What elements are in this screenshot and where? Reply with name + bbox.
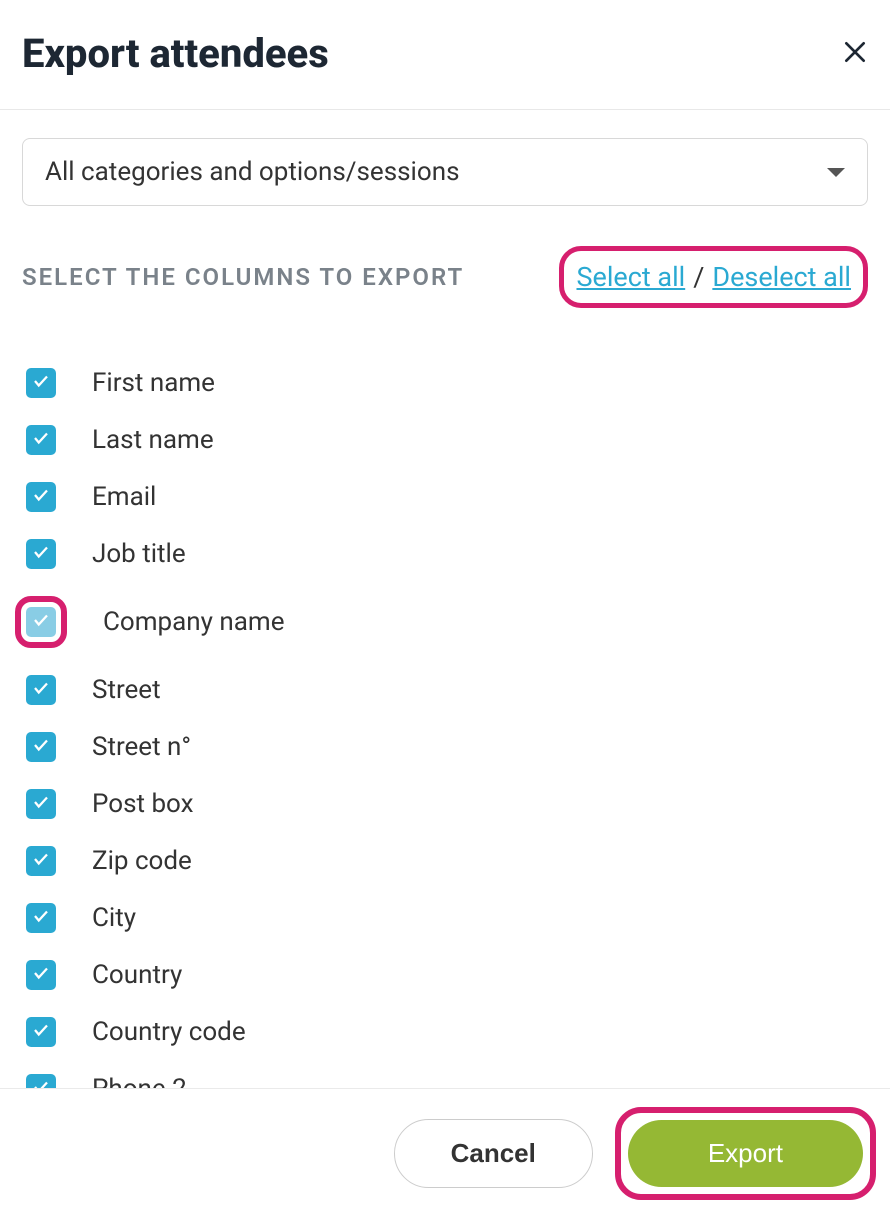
checkbox[interactable] <box>26 846 56 876</box>
modal-content: All categories and options/sessions SELE… <box>0 110 890 1104</box>
checkbox[interactable] <box>26 789 56 819</box>
list-item: Country code <box>26 1017 868 1047</box>
checkbox-label: First name <box>92 368 215 398</box>
list-item: Country <box>26 960 868 990</box>
list-item: Email <box>26 482 868 512</box>
link-separator: / <box>693 261 704 293</box>
check-icon <box>32 429 50 451</box>
check-icon <box>32 907 50 929</box>
checkbox-label: Street <box>92 675 161 705</box>
checkbox[interactable] <box>26 607 56 637</box>
checkbox-label: City <box>92 903 136 933</box>
checkbox[interactable] <box>26 1017 56 1047</box>
export-button-highlight: Export <box>615 1107 876 1200</box>
category-dropdown[interactable]: All categories and options/sessions <box>22 138 868 206</box>
checkbox-highlight <box>15 596 67 648</box>
checkbox-label: Job title <box>92 539 186 569</box>
checkbox[interactable] <box>26 368 56 398</box>
modal-title: Export attendees <box>22 30 329 77</box>
list-item: City <box>26 903 868 933</box>
select-links-highlight: Select all / Deselect all <box>559 246 868 308</box>
check-icon <box>32 736 50 758</box>
checkbox[interactable] <box>26 732 56 762</box>
checkbox-label: Company name <box>103 607 285 637</box>
checkbox[interactable] <box>26 539 56 569</box>
chevron-down-icon <box>827 168 845 177</box>
checkbox-label: Post box <box>92 789 194 819</box>
close-icon <box>842 36 868 72</box>
dropdown-selected-value: All categories and options/sessions <box>45 157 460 187</box>
checkbox-label: Street n° <box>92 732 191 762</box>
modal-header: Export attendees <box>0 0 890 110</box>
checkbox-label: Email <box>92 482 156 512</box>
columns-section-header: SELECT THE COLUMNS TO EXPORT Select all … <box>22 246 868 308</box>
checkbox-label: Last name <box>92 425 214 455</box>
check-icon <box>32 611 50 633</box>
checkbox[interactable] <box>26 425 56 455</box>
section-title: SELECT THE COLUMNS TO EXPORT <box>22 263 464 291</box>
columns-list: First name Last name Email Job title Company… <box>26 368 868 1104</box>
close-button[interactable] <box>842 38 868 70</box>
checkbox[interactable] <box>26 482 56 512</box>
list-item: First name <box>26 368 868 398</box>
checkbox-label: Country code <box>92 1017 246 1047</box>
list-item: Zip code <box>26 846 868 876</box>
list-item: Post box <box>26 789 868 819</box>
check-icon <box>32 1021 50 1043</box>
check-icon <box>32 543 50 565</box>
list-item: Street <box>26 675 868 705</box>
modal-footer: Cancel Export <box>0 1088 890 1220</box>
export-button[interactable]: Export <box>628 1120 863 1187</box>
checkbox[interactable] <box>26 675 56 705</box>
checkbox-label: Country <box>92 960 182 990</box>
checkbox-label: Zip code <box>92 846 192 876</box>
check-icon <box>32 793 50 815</box>
list-item: Job title <box>26 539 868 569</box>
list-item: Company name <box>26 596 868 648</box>
checkbox[interactable] <box>26 903 56 933</box>
deselect-all-link[interactable]: Deselect all <box>712 261 851 293</box>
check-icon <box>32 486 50 508</box>
checkbox[interactable] <box>26 960 56 990</box>
list-item: Street n° <box>26 732 868 762</box>
check-icon <box>32 850 50 872</box>
list-item: Last name <box>26 425 868 455</box>
check-icon <box>32 372 50 394</box>
check-icon <box>32 964 50 986</box>
cancel-button[interactable]: Cancel <box>394 1119 593 1188</box>
select-all-link[interactable]: Select all <box>576 261 685 293</box>
check-icon <box>32 679 50 701</box>
